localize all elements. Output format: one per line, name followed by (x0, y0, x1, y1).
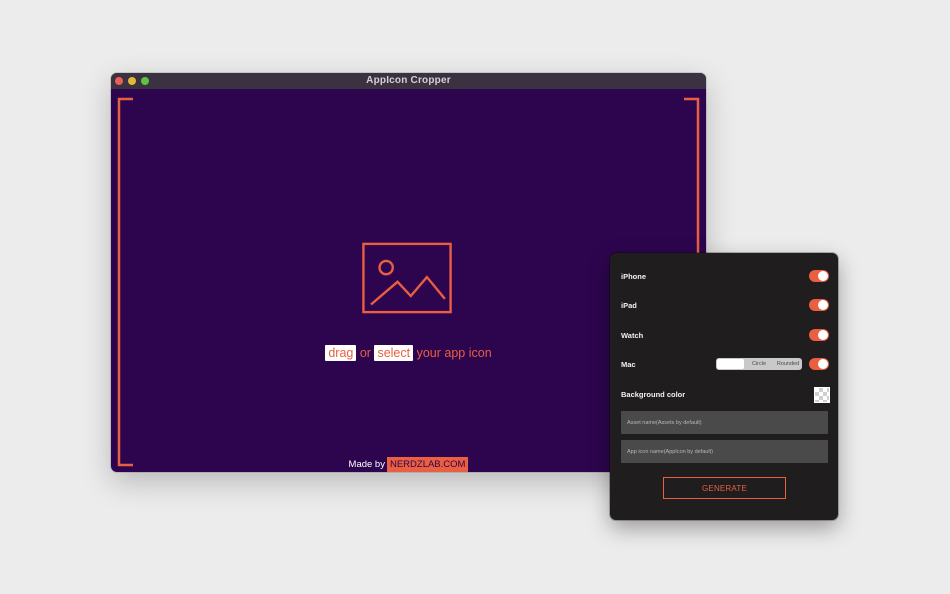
mac-label: Mac (621, 360, 636, 369)
toggle-knob (818, 300, 828, 310)
prompt-suffix: your app icon (416, 346, 492, 360)
ipad-label: iPad (621, 301, 637, 310)
mac-toggle[interactable] (809, 358, 829, 370)
generate-button[interactable]: GENERATE (663, 477, 786, 499)
drag-link[interactable]: drag (325, 345, 357, 361)
toggle-knob (818, 271, 828, 281)
image-placeholder-icon[interactable] (361, 242, 453, 314)
select-link[interactable]: select (374, 345, 414, 361)
background-color-label: Background color (621, 390, 686, 399)
shape-option-circle[interactable]: Circle (746, 358, 772, 370)
watch-label: Watch (621, 331, 644, 340)
ipad-toggle[interactable] (809, 299, 829, 311)
mac-shape-selector[interactable]: Circle Rounded (716, 358, 802, 370)
shape-option-rounded[interactable]: Rounded (774, 358, 802, 370)
app-icon-name-input[interactable] (621, 440, 828, 463)
or-text: or (359, 346, 371, 360)
crop-corner-right (684, 97, 700, 267)
toggle-knob (818, 330, 828, 340)
shape-option-default[interactable] (717, 359, 744, 369)
toggle-knob (818, 359, 828, 369)
background-color-swatch[interactable] (814, 387, 830, 403)
made-by-text: Made by (348, 459, 385, 470)
title-bar[interactable]: AppIcon Cropper (111, 73, 706, 89)
iphone-toggle[interactable] (809, 270, 829, 282)
options-panel: iPhone iPad Watch Mac Circle Rounded Bac… (610, 253, 838, 520)
watch-toggle[interactable] (809, 329, 829, 341)
window-title: AppIcon Cropper (366, 75, 451, 86)
asset-name-input[interactable] (621, 411, 828, 434)
iphone-label: iPhone (621, 272, 647, 281)
crop-corner-left (117, 97, 133, 467)
nerdzlab-link[interactable]: NERDZLAB.COM (386, 457, 469, 472)
